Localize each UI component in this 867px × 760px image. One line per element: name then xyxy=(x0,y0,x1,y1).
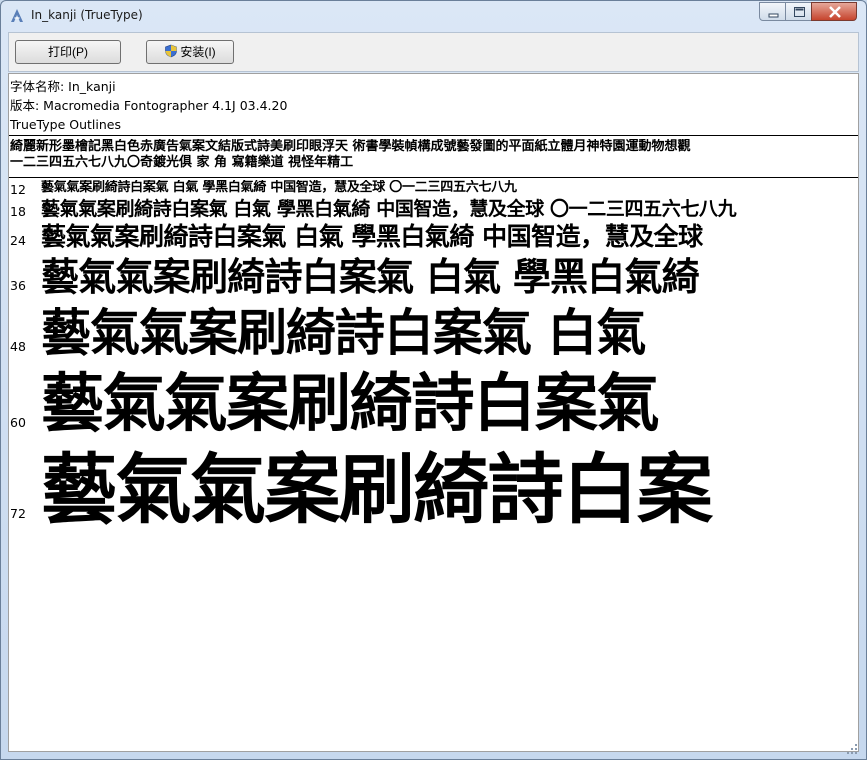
install-button[interactable]: 安装(I) xyxy=(146,40,234,64)
sample-row: 72 藝氣氣案刷綺詩白案 xyxy=(9,446,858,541)
toolbar: 打印(P) 安装(I) xyxy=(8,32,859,72)
window-title: In_kanji (TrueType) xyxy=(31,8,143,22)
font-name-line: 字体名称: In_kanji xyxy=(10,79,116,94)
sample-row: 60 藝氣氣案刷綺詩白案氣 xyxy=(9,367,858,443)
sample-size-label: 36 xyxy=(10,278,26,293)
close-button[interactable] xyxy=(811,2,857,21)
sample-text: 藝氣氣案刷綺詩白案氣 xyxy=(41,367,660,440)
sample-row: 36 藝氣氣案刷綺詩白案氣 白氣 學黑白氣綺 xyxy=(9,255,858,299)
sample-text: 藝氣氣案刷綺詩白案 xyxy=(41,446,713,534)
font-type-line: TrueType Outlines xyxy=(10,117,121,132)
print-button[interactable]: 打印(P) xyxy=(15,40,121,64)
sample-size-label: 12 xyxy=(10,182,26,197)
sample-text: 藝氣氣案刷綺詩白案氣 白氣 學黑白氣綺 中国智造，慧及全球 〇一二三四五六七八九 xyxy=(41,198,737,220)
title-bar[interactable]: In_kanji (TrueType) xyxy=(1,1,866,31)
maximize-icon xyxy=(794,7,805,17)
sample-row: 12 藝氣氣案刷綺詩白案氣 白氣 學黑白氣綺 中国智造，慧及全球 〇一二三四五六… xyxy=(9,180,858,198)
close-icon xyxy=(829,6,841,18)
minimize-button[interactable] xyxy=(759,2,786,21)
sample-size-label: 60 xyxy=(10,415,26,430)
font-info: 字体名称: In_kanji 版本: Macromedia Fontograph… xyxy=(10,77,287,134)
font-app-icon xyxy=(11,9,23,22)
charset-line-1: 綺麗新形墨檜記黑白色赤廣告氣案文結版式詩美刷印眼浮天 術書學裝幀構成號藝發圖的平… xyxy=(10,139,691,154)
font-preview-pane[interactable]: 字体名称: In_kanji 版本: Macromedia Fontograph… xyxy=(8,73,859,752)
sample-text: 藝氣氣案刷綺詩白案氣 白氣 學黑白氣綺 xyxy=(41,255,700,299)
install-button-label: 安装(I) xyxy=(180,45,216,59)
separator-bottom xyxy=(9,177,858,178)
maximize-button[interactable] xyxy=(785,2,812,21)
sample-row: 24 藝氣氣案刷綺詩白案氣 白氣 學黑白氣綺 中国智造，慧及全球 xyxy=(9,221,858,257)
sample-size-label: 48 xyxy=(10,339,26,354)
charset-preview: 綺麗新形墨檜記黑白色赤廣告氣案文結版式詩美刷印眼浮天 術書學裝幀構成號藝發圖的平… xyxy=(10,139,857,171)
resize-grip-icon[interactable] xyxy=(846,743,858,755)
sample-size-label: 24 xyxy=(10,233,26,248)
sample-row: 48 藝氣氣案刷綺詩白案氣 白氣 xyxy=(9,304,858,364)
sample-size-label: 72 xyxy=(10,506,26,521)
charset-line-2: 一二三四五六七八九〇奇鍍光俱 家 角 寫籍樂道 視怪年精工 xyxy=(10,155,354,170)
sample-text: 藝氣氣案刷綺詩白案氣 白氣 學黑白氣綺 中国智造，慧及全球 xyxy=(41,222,703,251)
uac-shield-icon xyxy=(165,44,178,58)
font-version-line: 版本: Macromedia Fontographer 4.1J 03.4.20 xyxy=(10,98,288,113)
separator-top xyxy=(9,135,858,136)
font-viewer-window: In_kanji (TrueType) 打印(P) 安装(I) 字体名称: In… xyxy=(0,0,867,760)
sample-text: 藝氣氣案刷綺詩白案氣 白氣 xyxy=(41,304,646,362)
minimize-icon xyxy=(768,13,779,18)
sample-size-label: 18 xyxy=(10,204,26,219)
sample-text: 藝氣氣案刷綺詩白案氣 白氣 學黑白氣綺 中国智造，慧及全球 〇一二三四五六七八九 xyxy=(41,180,517,195)
